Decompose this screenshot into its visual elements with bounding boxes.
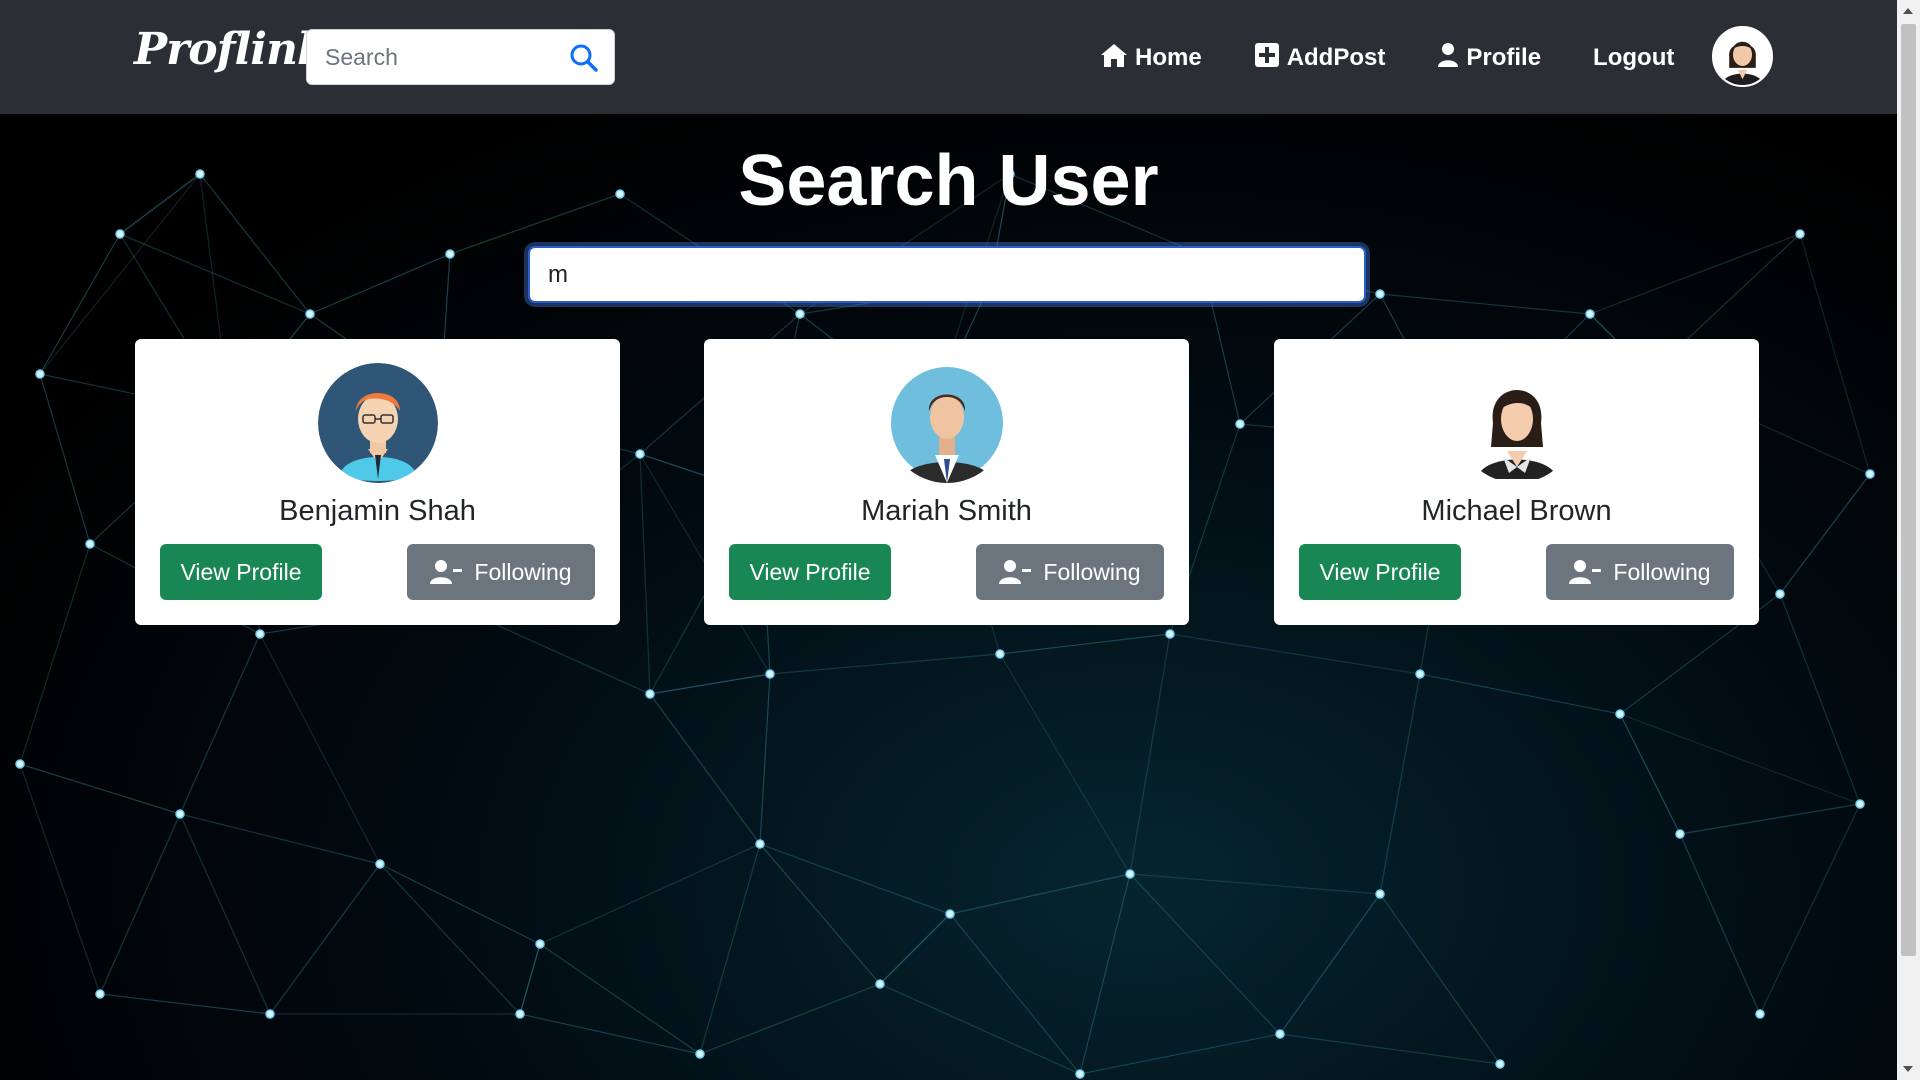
network-node bbox=[265, 1009, 275, 1019]
user-avatar[interactable] bbox=[1712, 26, 1773, 87]
network-node bbox=[1375, 289, 1385, 299]
network-node bbox=[795, 309, 805, 319]
network-node bbox=[1075, 1069, 1085, 1079]
nav-home-link[interactable]: Home bbox=[1100, 42, 1202, 75]
network-node bbox=[1865, 469, 1875, 479]
user-name: Benjamin Shah bbox=[279, 495, 476, 527]
network-node bbox=[535, 939, 545, 949]
plus-square-icon bbox=[1254, 42, 1280, 75]
user-minus-icon bbox=[430, 559, 463, 585]
network-node bbox=[1375, 889, 1385, 899]
search-icon[interactable] bbox=[568, 42, 600, 74]
navbar-search bbox=[306, 29, 615, 85]
nav-profile-label: Profile bbox=[1466, 44, 1542, 71]
network-node bbox=[375, 859, 385, 869]
view-profile-button[interactable]: View Profile bbox=[160, 544, 322, 600]
user-card: Michael Brown View Profile Following bbox=[1274, 339, 1759, 625]
network-node bbox=[1675, 829, 1685, 839]
avatar bbox=[1456, 363, 1577, 483]
network-node bbox=[1125, 869, 1135, 879]
network-node bbox=[695, 1049, 705, 1059]
following-button[interactable]: Following bbox=[976, 544, 1164, 600]
nav-logout-label: Logout bbox=[1593, 44, 1675, 71]
scroll-up-icon[interactable] bbox=[1903, 8, 1913, 14]
home-icon bbox=[1100, 42, 1128, 75]
network-node bbox=[1235, 419, 1245, 429]
network-node bbox=[635, 449, 645, 459]
nav-home-label: Home bbox=[1135, 44, 1202, 71]
network-node bbox=[995, 649, 1005, 659]
network-node bbox=[255, 629, 265, 639]
network-node bbox=[1495, 1059, 1505, 1069]
user-name: Michael Brown bbox=[1421, 495, 1612, 527]
network-node bbox=[645, 689, 655, 699]
network-node bbox=[175, 809, 185, 819]
following-label: Following bbox=[1613, 558, 1711, 585]
network-node bbox=[1795, 229, 1805, 239]
page-title: Search User bbox=[738, 141, 1159, 221]
network-node bbox=[1585, 309, 1595, 319]
network-node bbox=[765, 669, 775, 679]
following-label: Following bbox=[1043, 558, 1141, 585]
network-node bbox=[515, 1009, 525, 1019]
page: Proflink Home bbox=[0, 0, 1920, 1080]
navbar: Proflink Home bbox=[0, 0, 1897, 114]
user-name: Mariah Smith bbox=[861, 495, 1032, 527]
nav-profile-link[interactable]: Profile bbox=[1437, 42, 1541, 75]
user-search-field bbox=[528, 246, 1366, 303]
nav-addpost-link[interactable]: AddPost bbox=[1254, 42, 1386, 75]
network-node bbox=[1775, 589, 1785, 599]
following-label: Following bbox=[474, 558, 572, 585]
scroll-down-icon[interactable] bbox=[1903, 1066, 1913, 1072]
nav-links: Home AddPost Profile Logout bbox=[1100, 38, 1726, 78]
network-node bbox=[1615, 709, 1625, 719]
user-card: Benjamin Shah View Profile Following bbox=[135, 339, 620, 625]
network-node bbox=[305, 309, 315, 319]
network-node bbox=[1415, 669, 1425, 679]
network-node bbox=[1755, 1009, 1765, 1019]
page-scrollbar[interactable] bbox=[1897, 0, 1920, 1080]
view-profile-button[interactable]: View Profile bbox=[1299, 544, 1461, 600]
network-node bbox=[85, 539, 95, 549]
network-node bbox=[1165, 629, 1175, 639]
network-node bbox=[1855, 799, 1865, 809]
following-button[interactable]: Following bbox=[407, 544, 595, 600]
user-card: Mariah Smith View Profile Following bbox=[704, 339, 1189, 625]
network-node bbox=[945, 909, 955, 919]
brand-logo[interactable]: Proflink bbox=[134, 24, 327, 75]
user-icon bbox=[1437, 42, 1459, 75]
user-search-input[interactable] bbox=[530, 248, 1364, 301]
following-button[interactable]: Following bbox=[1546, 544, 1734, 600]
network-node bbox=[875, 979, 885, 989]
network-node bbox=[15, 759, 25, 769]
network-node bbox=[755, 839, 765, 849]
network-node bbox=[1275, 1029, 1285, 1039]
network-node bbox=[115, 229, 125, 239]
nav-addpost-label: AddPost bbox=[1286, 44, 1386, 71]
user-minus-icon bbox=[1569, 559, 1602, 585]
avatar bbox=[887, 363, 1007, 483]
network-node bbox=[95, 989, 105, 999]
network-node bbox=[35, 369, 45, 379]
user-minus-icon bbox=[999, 559, 1032, 585]
network-node bbox=[445, 249, 455, 259]
scrollbar-thumb[interactable] bbox=[1901, 24, 1916, 956]
avatar bbox=[317, 363, 438, 483]
nav-logout-link[interactable]: Logout bbox=[1593, 44, 1674, 72]
view-profile-button[interactable]: View Profile bbox=[729, 544, 891, 600]
